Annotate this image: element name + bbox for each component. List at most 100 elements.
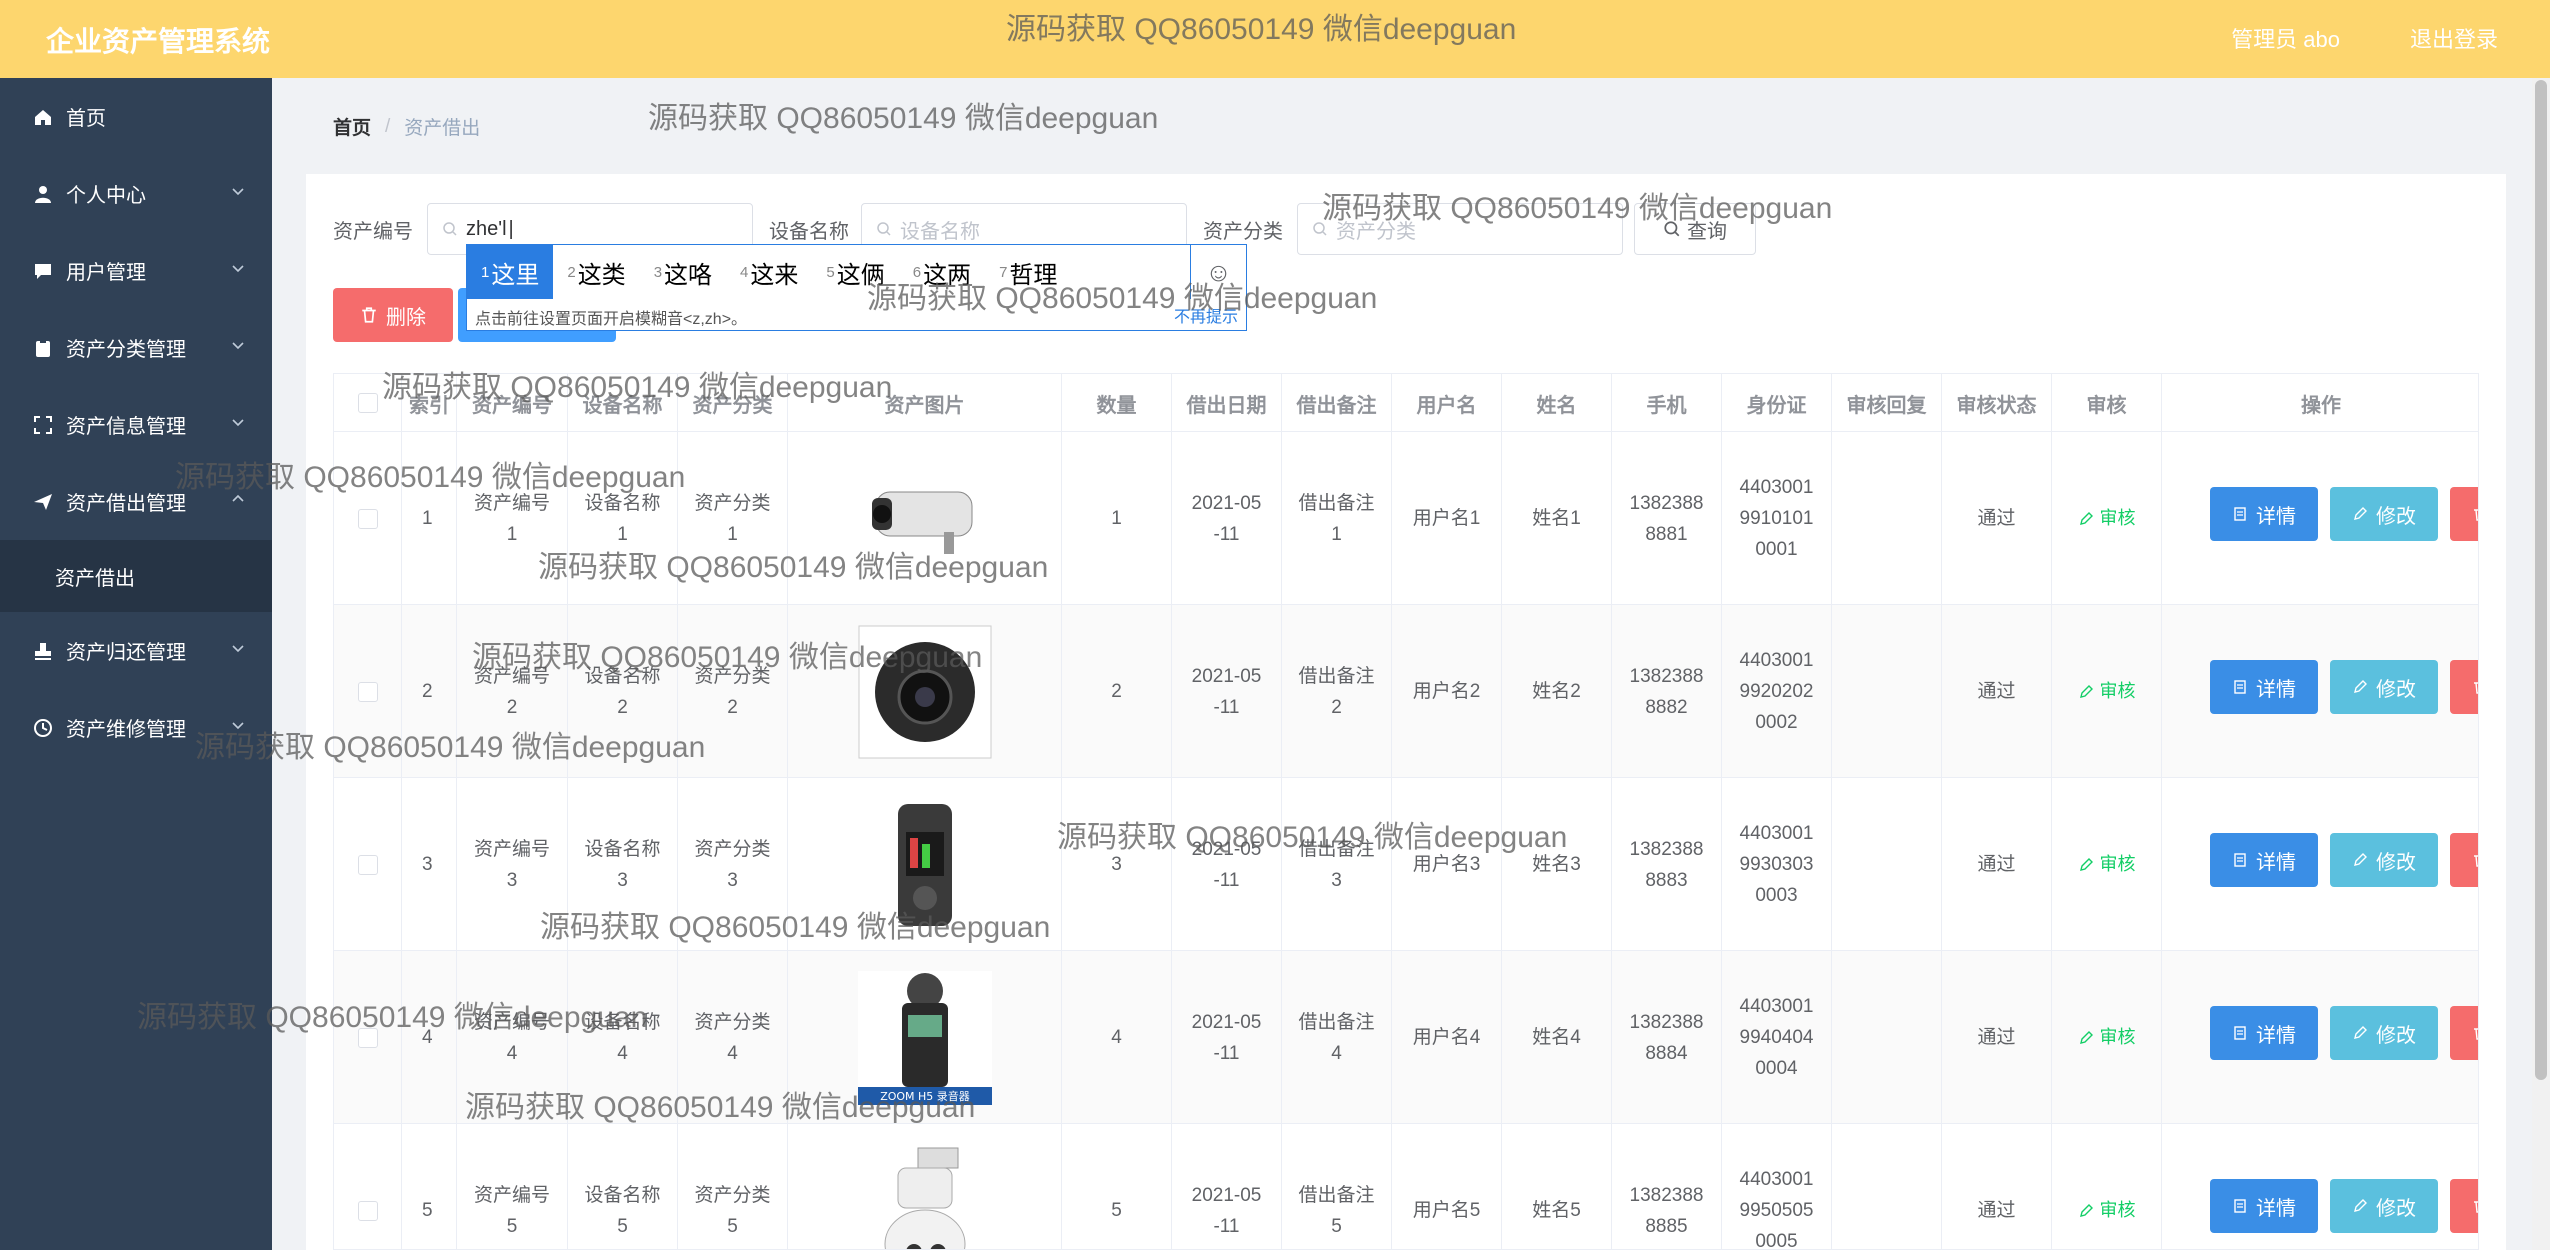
- scrollbar-thumb[interactable]: [2535, 80, 2547, 1080]
- cell-text: 1382388 8882: [1629, 665, 1704, 718]
- ime-candidate-popup: 1 这里 2 这类 3 这咯 4 这来 5 这俩 6 这两 7 哲理 ☺ 点击前往设置页面开启模糊音<z,…: [466, 244, 1247, 331]
- ime-candidate[interactable]: 5 这俩: [812, 245, 898, 299]
- table-row: 5 资产编号 5 设备名称 5 资产分类 5 5 2021-05 -11 借出备注 5 用户名5 姓名5 1…: [334, 1124, 2478, 1249]
- cell-text: 1382388 8883: [1629, 838, 1704, 891]
- cell-status: 通过: [1942, 1124, 2052, 1249]
- sidebar-item-asset-return[interactable]: 资产归还管理: [0, 612, 272, 689]
- edit-button[interactable]: 修改: [2330, 1006, 2438, 1060]
- breadcrumb: 首页 / 资产借出: [333, 113, 480, 140]
- sidebar-item-asset-info[interactable]: 资产信息管理: [0, 386, 272, 463]
- audit-link-label: 审核: [2099, 508, 2136, 528]
- ime-candidate[interactable]: 1 这里: [467, 245, 554, 299]
- search-icon: [443, 222, 457, 236]
- sidebar-item-asset-category[interactable]: 资产分类管理: [0, 309, 272, 386]
- cell-name: 姓名4: [1502, 951, 1612, 1124]
- cell-category: 资产分类 5: [678, 1124, 788, 1249]
- ime-tip[interactable]: 点击前往设置页面开启模糊音<z,zh>。: [475, 305, 747, 329]
- breadcrumb-separator: /: [385, 115, 391, 137]
- detail-button[interactable]: 详情: [2210, 1006, 2318, 1060]
- cell-text: 1: [422, 508, 433, 529]
- sidebar-subitem-asset-lending[interactable]: 资产借出: [0, 540, 272, 612]
- cell-text: 姓名3: [1532, 854, 1581, 875]
- audit-link[interactable]: 审核: [2078, 849, 2136, 880]
- sidebar-item-label: 用户管理: [66, 262, 146, 284]
- cell-text: 借出备注 5: [1298, 1184, 1375, 1237]
- cell-text: 借出备注 1: [1298, 492, 1375, 545]
- edit-button[interactable]: 修改: [2330, 487, 2438, 541]
- logout-link[interactable]: 退出登录: [2410, 22, 2498, 54]
- ime-dismiss-link[interactable]: 不再提示: [1174, 303, 1238, 327]
- emoji-icon[interactable]: ☺: [1190, 245, 1246, 299]
- row-select-cell: [334, 605, 402, 778]
- cell-text: 4: [1111, 1027, 1122, 1048]
- ime-candidate[interactable]: 7 哲理: [985, 245, 1071, 299]
- audit-link[interactable]: 审核: [2078, 676, 2136, 707]
- cell-text: 1: [1111, 508, 1122, 529]
- cell-username: 用户名3: [1392, 778, 1502, 951]
- trash-icon: [2474, 1028, 2478, 1040]
- ime-candidate[interactable]: 3 这咯: [640, 245, 726, 299]
- detail-button[interactable]: 详情: [2210, 487, 2318, 541]
- audit-link[interactable]: 审核: [2078, 503, 2136, 534]
- ime-candidate-number: 5: [826, 263, 835, 281]
- checkbox[interactable]: [357, 1200, 378, 1221]
- delete-row-button[interactable]: [2450, 1006, 2478, 1060]
- detail-button[interactable]: 详情: [2210, 660, 2318, 714]
- sidebar-item-asset-lending[interactable]: 资产借出管理: [0, 463, 272, 540]
- sidebar-item-user-management[interactable]: 用户管理: [0, 232, 272, 309]
- category-label: 资产分类: [1203, 220, 1283, 243]
- header-select-all[interactable]: [334, 374, 402, 432]
- column-header: 身份证: [1722, 374, 1832, 432]
- cell-text: 4403001 9930303 0003: [1739, 823, 1814, 906]
- edit-button[interactable]: 修改: [2330, 833, 2438, 887]
- audit-link[interactable]: 审核: [2078, 1022, 2136, 1053]
- batch-delete-button[interactable]: 删除: [333, 288, 453, 342]
- checkbox[interactable]: [357, 1027, 378, 1048]
- cell-status: 通过: [1942, 432, 2052, 605]
- cell-text: 1382388 8884: [1629, 1011, 1704, 1064]
- cell-text: 4403001 9910101 0001: [1739, 477, 1814, 560]
- cell-date: 2021-05 -11: [1172, 432, 1282, 605]
- cell-text: 设备名称 3: [584, 838, 661, 891]
- detail-button[interactable]: 详情: [2210, 833, 2318, 887]
- cell-index: 2: [402, 605, 457, 778]
- audit-link-label: 审核: [2099, 854, 2136, 874]
- sidebar-item-home[interactable]: 首页: [0, 78, 272, 155]
- delete-row-button[interactable]: [2450, 833, 2478, 887]
- delete-row-button[interactable]: [2450, 1179, 2478, 1233]
- home-icon: [32, 106, 54, 128]
- query-button-label: 查询: [1687, 220, 1727, 243]
- sidebar-item-personal-center[interactable]: 个人中心: [0, 155, 272, 232]
- data-table: 索引 资产编号 设备名称 资产分类 资产图片 数量 借出日期 借出备注 用户名 …: [333, 373, 2479, 1250]
- edit-button[interactable]: 修改: [2330, 660, 2438, 714]
- delete-row-button[interactable]: [2450, 660, 2478, 714]
- ime-candidate[interactable]: 2 这类: [553, 245, 639, 299]
- cell-reply: [1832, 778, 1942, 951]
- ime-candidate[interactable]: 6 这两: [899, 245, 985, 299]
- checkbox[interactable]: [357, 854, 378, 875]
- ime-candidate[interactable]: 4 这来: [726, 245, 812, 299]
- sidebar-item-label: 资产借出管理: [66, 493, 186, 515]
- edit-icon: [2079, 511, 2093, 525]
- checkbox[interactable]: [357, 393, 378, 413]
- checkbox[interactable]: [357, 681, 378, 702]
- edit-icon: [2354, 1199, 2367, 1212]
- watermark: 源码获取 QQ86050149 微信deepguan: [648, 102, 1159, 135]
- breadcrumb-home[interactable]: 首页: [333, 113, 371, 140]
- query-button[interactable]: 查询: [1634, 203, 1756, 255]
- category-input[interactable]: 资产分类: [1297, 203, 1623, 255]
- cell-text: 2: [1111, 681, 1122, 702]
- cell-text: 通过: [1977, 1200, 2016, 1221]
- checkbox[interactable]: [357, 508, 378, 529]
- document-icon: [2234, 507, 2246, 521]
- detail-button[interactable]: 详情: [2210, 1179, 2318, 1233]
- cell-text: 2021-05 -11: [1191, 492, 1262, 545]
- cell-remark: 借出备注 1: [1282, 432, 1392, 605]
- audit-link[interactable]: 审核: [2078, 1195, 2136, 1226]
- cell-text: 用户名5: [1412, 1200, 1481, 1221]
- cell-text: 用户名2: [1412, 681, 1481, 702]
- delete-row-button[interactable]: [2450, 487, 2478, 541]
- sidebar-item-asset-repair[interactable]: 资产维修管理: [0, 689, 272, 766]
- page-scrollbar[interactable]: [2532, 78, 2550, 1250]
- edit-button[interactable]: 修改: [2330, 1179, 2438, 1233]
